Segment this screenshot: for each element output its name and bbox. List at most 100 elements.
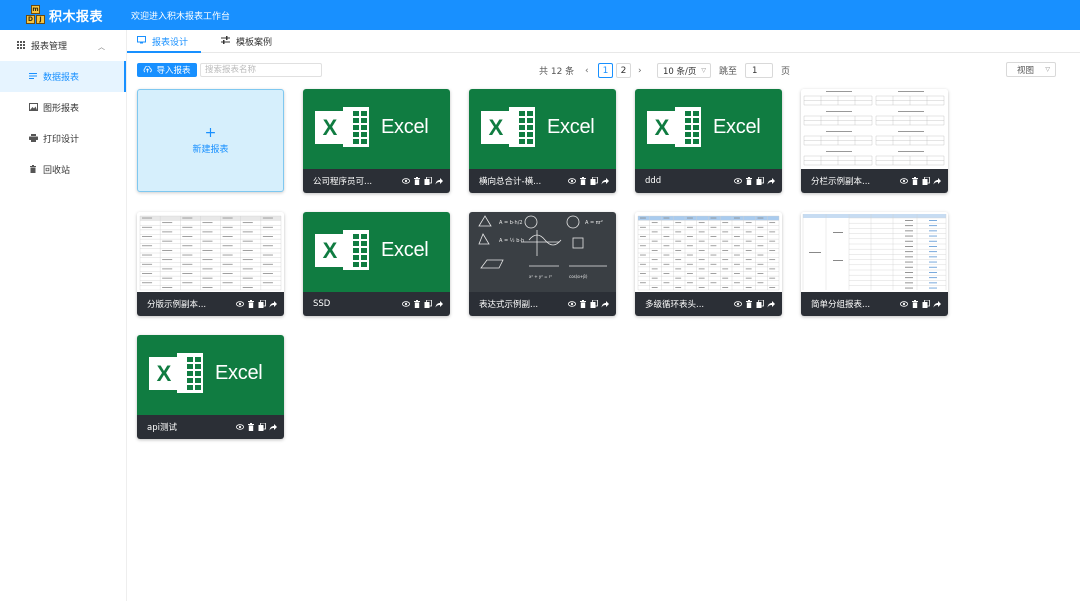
sidebar-group-report-management[interactable]: 报表管理 ︿ <box>0 30 126 61</box>
share-icon[interactable] <box>435 177 443 185</box>
copy-icon[interactable] <box>258 300 266 308</box>
next-page-button[interactable]: › <box>638 63 642 78</box>
sidebar-item-recycle-bin[interactable]: 回收站 <box>0 154 126 185</box>
preview-icon[interactable] <box>402 300 410 308</box>
image-icon <box>28 102 38 113</box>
preview-icon[interactable] <box>568 177 576 185</box>
report-thumbnail: X Excel <box>469 89 616 169</box>
svg-text:X: X <box>489 115 504 140</box>
report-title: SSD <box>313 299 331 309</box>
card-actions <box>402 300 443 308</box>
copy-icon[interactable] <box>258 423 266 431</box>
page-2-button[interactable]: 2 <box>616 63 631 78</box>
delete-icon[interactable] <box>745 177 753 185</box>
copy-icon[interactable] <box>756 177 764 185</box>
logo-block: m <box>31 5 40 14</box>
report-card[interactable]: X Excel 公司程序员可... <box>303 89 450 193</box>
view-mode-select[interactable]: 视图 ▽ <box>1006 62 1056 77</box>
preview-icon[interactable] <box>568 300 576 308</box>
report-thumbnail: X Excel <box>303 89 450 169</box>
jump-page-input[interactable] <box>745 63 773 78</box>
page-1-button[interactable]: 1 <box>598 63 613 78</box>
report-card[interactable]: 简单分组报表... <box>801 212 948 316</box>
sidebar-item-label: 图形报表 <box>43 104 80 114</box>
preview-icon[interactable] <box>734 300 742 308</box>
excel-logo-icon: X Excel <box>137 335 284 415</box>
report-card-footer: SSD <box>303 292 450 316</box>
share-icon[interactable] <box>269 300 277 308</box>
copy-icon[interactable] <box>922 177 930 185</box>
share-icon[interactable] <box>435 300 443 308</box>
page-size-select[interactable]: 10 条/页 ▽ <box>657 63 711 78</box>
report-card[interactable]: 分版示例副本... <box>137 212 284 316</box>
logo-block: D <box>26 15 35 24</box>
logo-block: J <box>36 15 45 24</box>
card-actions <box>402 177 443 185</box>
card-actions <box>236 300 277 308</box>
report-title: 分版示例副本... <box>147 300 207 310</box>
report-title: 公司程序员可... <box>313 177 373 187</box>
delete-icon[interactable] <box>413 300 421 308</box>
import-report-label: 导入报表 <box>156 66 191 76</box>
share-icon[interactable] <box>933 177 941 185</box>
report-card-footer: 简单分组报表... <box>801 292 948 316</box>
preview-icon[interactable] <box>402 177 410 185</box>
copy-icon[interactable] <box>424 177 432 185</box>
delete-icon[interactable] <box>247 423 255 431</box>
svg-text:A = b·h/2: A = b·h/2 <box>499 220 523 226</box>
share-icon[interactable] <box>601 177 609 185</box>
delete-icon[interactable] <box>579 177 587 185</box>
report-card[interactable]: X Excel 横向总合计-横... <box>469 89 616 193</box>
chalkboard-image: A = b·h/2 A = ½ b·h A = πr² x² + y² = r² cos… <box>469 212 616 292</box>
preview-icon[interactable] <box>900 177 908 185</box>
search-report-input[interactable] <box>200 63 322 77</box>
delete-icon[interactable] <box>911 177 919 185</box>
tab-label: 报表设计 <box>152 38 189 48</box>
chevron-down-icon: ▽ <box>1045 66 1050 73</box>
copy-icon[interactable] <box>590 300 598 308</box>
share-icon[interactable] <box>933 300 941 308</box>
share-icon[interactable] <box>767 177 775 185</box>
preview-icon[interactable] <box>900 300 908 308</box>
report-card[interactable]: X Excel ddd <box>635 89 782 193</box>
sliders-icon <box>221 36 230 47</box>
report-title: 简单分组报表... <box>811 300 871 310</box>
delete-icon[interactable] <box>413 177 421 185</box>
report-title: 横向总合计-横... <box>479 177 542 187</box>
share-icon[interactable] <box>269 423 277 431</box>
report-thumbnail <box>801 89 948 169</box>
tab-template-cases[interactable]: 模板案例 <box>221 35 272 48</box>
delete-icon[interactable] <box>745 300 753 308</box>
delete-icon[interactable] <box>911 300 919 308</box>
share-icon[interactable] <box>601 300 609 308</box>
app-logo[interactable]: m D J 积木报表 <box>26 5 103 25</box>
report-thumbnail <box>635 212 782 292</box>
report-card[interactable]: A = b·h/2 A = ½ b·h A = πr² x² + y² = r² cos… <box>469 212 616 316</box>
svg-text:X: X <box>323 238 338 263</box>
new-report-card[interactable]: + 新建报表 <box>137 89 284 192</box>
report-card[interactable]: 多级循环表头... <box>635 212 782 316</box>
prev-page-button[interactable]: ‹ <box>585 63 589 78</box>
sidebar-item-chart-report[interactable]: 图形报表 <box>0 92 126 123</box>
preview-icon[interactable] <box>734 177 742 185</box>
delete-icon[interactable] <box>579 300 587 308</box>
copy-icon[interactable] <box>922 300 930 308</box>
sidebar-item-print-design[interactable]: 打印设计 <box>0 123 126 154</box>
svg-text:A = ½ b·h: A = ½ b·h <box>499 237 524 244</box>
excel-word: Excel <box>547 116 595 138</box>
card-actions <box>900 177 941 185</box>
delete-icon[interactable] <box>247 300 255 308</box>
preview-icon[interactable] <box>236 423 244 431</box>
copy-icon[interactable] <box>424 300 432 308</box>
report-card[interactable]: X Excel api测试 <box>137 335 284 439</box>
report-card-footer: 多级循环表头... <box>635 292 782 316</box>
copy-icon[interactable] <box>590 177 598 185</box>
report-card[interactable]: X Excel SSD <box>303 212 450 316</box>
copy-icon[interactable] <box>756 300 764 308</box>
import-report-button[interactable]: 导入报表 <box>137 63 197 77</box>
sidebar-item-data-report[interactable]: 数据报表 <box>0 61 126 92</box>
report-card[interactable]: 分栏示例副本... <box>801 89 948 193</box>
share-icon[interactable] <box>767 300 775 308</box>
preview-icon[interactable] <box>236 300 244 308</box>
tab-report-design[interactable]: 报表设计 <box>137 35 188 48</box>
